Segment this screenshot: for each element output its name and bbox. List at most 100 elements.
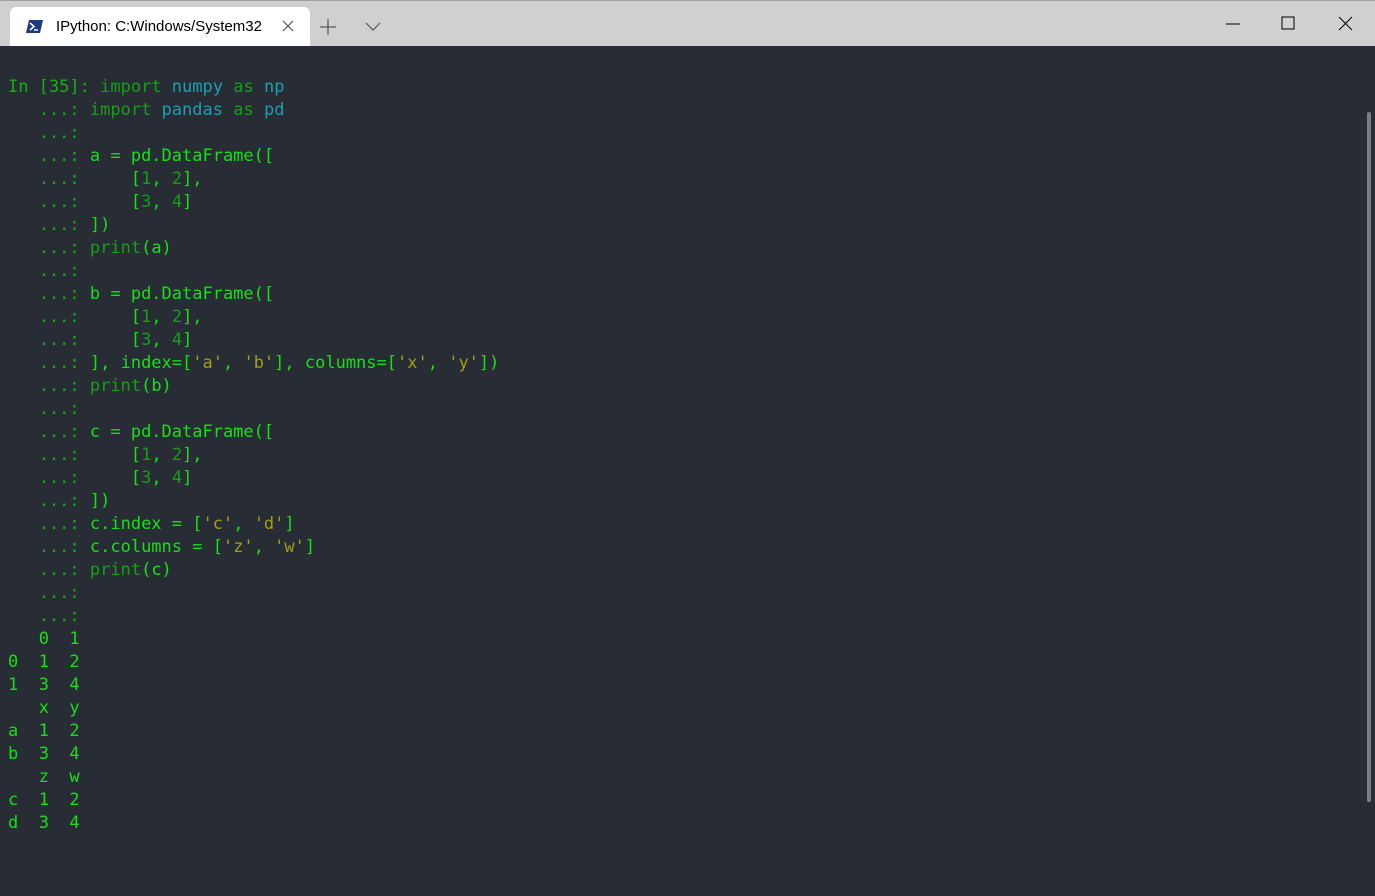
code-token: print	[89, 376, 142, 396]
code-token: 3	[141, 330, 152, 350]
continuation-prompt: ...:	[8, 238, 90, 258]
code-token: numpy	[171, 77, 223, 97]
input-prompt: In [35]:	[8, 77, 101, 97]
code-token: (a)	[141, 238, 172, 258]
continuation-prompt: ...:	[8, 491, 90, 511]
output-line: x y	[8, 698, 80, 718]
code-token: ,	[151, 192, 172, 212]
code-token: import	[100, 77, 162, 97]
code-token: 'x'	[397, 353, 428, 373]
code-token: [	[89, 169, 142, 189]
code-line: ...: a = pd.DataFrame([	[8, 145, 499, 168]
code-line: ...: [3, 4]	[8, 329, 499, 352]
code-token: ,	[222, 353, 244, 373]
continuation-prompt: ...:	[8, 215, 90, 235]
code-token: 'd'	[253, 514, 285, 534]
code-token: ,	[151, 169, 172, 189]
code-line: ...:	[8, 605, 499, 628]
continuation-prompt: ...:	[8, 399, 90, 419]
continuation-prompt: ...:	[8, 606, 90, 626]
code-token: 'z'	[222, 537, 254, 557]
continuation-prompt: ...:	[8, 422, 90, 442]
code-token: print	[89, 238, 142, 258]
code-line: ...: [3, 4]	[8, 191, 499, 214]
code-line: ...: c.index = ['c', 'd']	[8, 513, 499, 536]
code-line: ...: ])	[8, 490, 499, 513]
scrollbar[interactable]	[1367, 112, 1371, 802]
continuation-prompt: ...:	[8, 445, 90, 465]
code-token: c = pd.DataFrame([	[89, 422, 275, 442]
code-token: 3	[141, 468, 152, 488]
code-token: ],	[182, 445, 203, 465]
code-token: ,	[151, 330, 172, 350]
code-token: ,	[151, 468, 172, 488]
code-token: ]	[182, 468, 193, 488]
code-token: pd	[263, 100, 285, 120]
title-bar: IPython: C:Windows/System32	[0, 0, 1375, 47]
new-tab-plus-icon[interactable]	[318, 17, 338, 37]
code-line: ...: print(c)	[8, 559, 499, 582]
continuation-prompt: ...:	[8, 192, 90, 212]
code-line: ...: ], index=['a', 'b'], columns=['x', …	[8, 352, 500, 375]
code-token: ,	[233, 514, 254, 534]
code-token: ],	[182, 307, 203, 327]
code-token: 4	[171, 468, 183, 488]
code-token: 1	[141, 307, 152, 327]
code-token: a = pd.DataFrame([	[89, 146, 275, 166]
code-token: ],	[182, 169, 203, 189]
output-line: d 3 4	[8, 813, 80, 833]
code-token: ])	[478, 353, 500, 373]
maximize-icon[interactable]	[1260, 1, 1317, 46]
code-line: ...: c = pd.DataFrame([	[8, 421, 499, 444]
continuation-prompt: ...:	[8, 514, 90, 534]
code-token: (b)	[141, 376, 172, 396]
code-token: 4	[171, 192, 183, 212]
output-line: 1 3 4	[8, 675, 80, 695]
code-token: ,	[253, 537, 275, 557]
close-window-icon[interactable]	[1317, 1, 1374, 46]
code-token: ]	[182, 330, 193, 350]
code-token: ])	[89, 491, 111, 511]
continuation-prompt: ...:	[8, 169, 90, 189]
code-token: [	[89, 468, 142, 488]
output-line: b 3 4	[8, 744, 80, 764]
code-token: 'b'	[243, 353, 275, 373]
code-line: ...: ])	[8, 214, 499, 237]
tab-title: IPython: C:Windows/System32	[56, 18, 262, 35]
code-token: ], columns=[	[274, 353, 397, 373]
code-token: 'w'	[274, 537, 305, 557]
code-token: (c)	[141, 560, 172, 580]
code-token: 'y'	[448, 353, 479, 373]
continuation-prompt: ...:	[8, 537, 90, 557]
code-token: as	[233, 77, 254, 97]
code-line: ...: print(b)	[8, 375, 499, 398]
minimize-icon[interactable]	[1203, 1, 1260, 46]
continuation-prompt: ...:	[8, 376, 90, 396]
continuation-prompt: ...:	[8, 307, 90, 327]
code-token: [	[89, 307, 142, 327]
code-token: c.index = [	[89, 514, 203, 534]
code-token: 'a'	[192, 353, 223, 373]
code-token: 3	[141, 192, 152, 212]
code-token: ])	[89, 215, 111, 235]
code-token: np	[263, 77, 285, 97]
continuation-prompt: ...:	[8, 284, 90, 304]
code-line: In [35]: import numpy as np	[8, 76, 499, 99]
code-token: as	[233, 100, 254, 120]
close-tab-icon[interactable]	[280, 18, 296, 34]
output-line: z w	[8, 767, 80, 787]
terminal-area[interactable]: In [35]: import numpy as np ...: import …	[0, 46, 1375, 896]
code-token: ]	[182, 192, 193, 212]
output-line: 0 1	[8, 629, 80, 649]
chevron-down-icon[interactable]	[364, 19, 382, 33]
code-line: ...: [1, 2],	[8, 306, 499, 329]
terminal-content: In [35]: import numpy as np ...: import …	[8, 76, 499, 835]
code-line: ...:	[8, 260, 499, 283]
tab-ipython[interactable]: IPython: C:Windows/System32	[10, 7, 310, 47]
code-line: ...:	[8, 122, 499, 145]
